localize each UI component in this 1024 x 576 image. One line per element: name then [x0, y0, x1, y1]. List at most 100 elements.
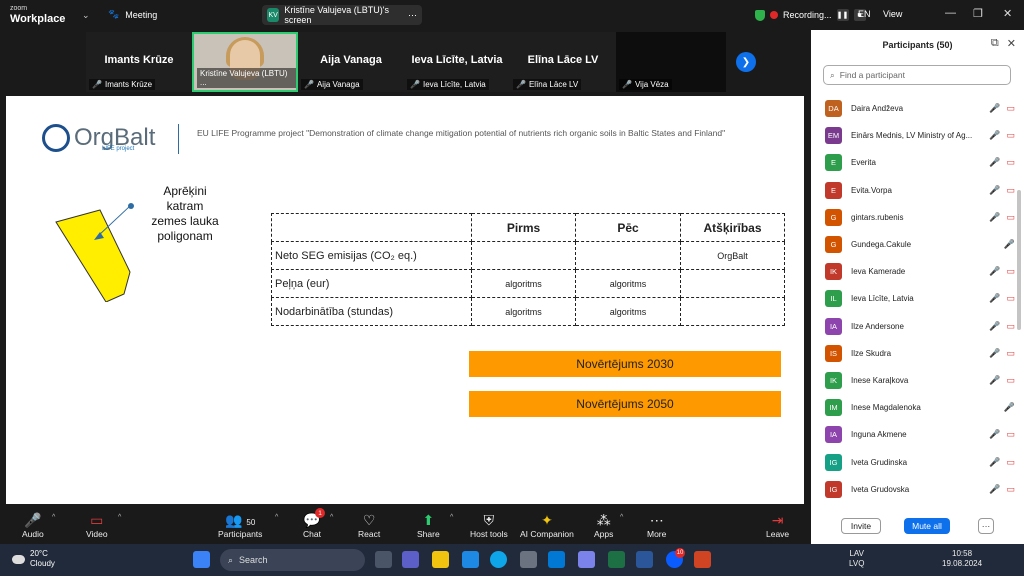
video-button[interactable]: ▭ Video	[86, 511, 108, 539]
video-tile[interactable]: Ieva Līcīte, Latvia 🎤 Ieva Līcīte, Latvia	[404, 32, 510, 92]
share-screen-icon: ⬆	[422, 512, 435, 528]
participant-name: Inguna Akmene	[851, 430, 907, 440]
share-button[interactable]: ⬆ Share	[417, 511, 440, 539]
participant-row[interactable]: IG Iveta Grudinska 🎤 ▭	[811, 448, 1017, 475]
chevron-up-icon[interactable]: ^	[620, 514, 623, 521]
host-tools-button[interactable]: ⛨ Host tools	[470, 511, 508, 539]
participant-row[interactable]: IK Inese Karaļkova 🎤 ▭	[811, 367, 1017, 394]
apps-button[interactable]: ⁂ Apps	[594, 511, 613, 539]
chevron-up-icon[interactable]: ^	[450, 514, 453, 521]
invite-button[interactable]: Invite	[841, 518, 881, 534]
mic-muted-icon: 🎤	[989, 266, 1001, 277]
participant-name: gintars.rubenis	[851, 212, 904, 222]
chevron-up-icon[interactable]: ^	[275, 514, 278, 521]
more-options-button[interactable]: ···	[978, 518, 994, 534]
react-button[interactable]: ♡ React	[358, 511, 380, 539]
popout-icon[interactable]: ⧉	[991, 37, 999, 50]
participant-row[interactable]: IM Inese Magdalenoka 🎤	[811, 394, 1017, 421]
table-cell: algoritms	[471, 297, 576, 326]
participants-button[interactable]: 👥 50 Participants	[218, 511, 262, 539]
video-tile[interactable]: Aija Vanaga 🎤 Aija Vanaga	[298, 32, 404, 92]
table-header-row: Pirms Pēc Atšķirības	[271, 213, 785, 242]
participant-row[interactable]: IA Ilze Andersone 🎤 ▭	[811, 313, 1017, 340]
excel-icon[interactable]	[608, 551, 625, 568]
minimize-icon[interactable]: —	[945, 7, 956, 19]
powerpoint-icon[interactable]	[694, 551, 711, 568]
mic-muted-icon: 🎤	[989, 293, 1001, 304]
ai-companion-button[interactable]: ✦ AI Companion	[520, 511, 574, 539]
panel-scrollbar[interactable]	[1017, 190, 1021, 330]
mic-muted-icon: 🎤	[989, 211, 1001, 222]
onenote-icon[interactable]	[578, 551, 595, 568]
calc-line: poligonam	[157, 229, 213, 243]
participant-row[interactable]: IA Inguna Akmene 🎤 ▭	[811, 421, 1017, 448]
outlook-icon[interactable]	[548, 551, 565, 568]
next-page-button[interactable]: ❯	[736, 52, 756, 72]
more-button[interactable]: ⋯ More	[647, 511, 666, 539]
participant-row[interactable]: G Gundega.Cakule 🎤	[811, 231, 1017, 258]
taskbar-search[interactable]: ⌕ Search	[220, 549, 365, 571]
language-indicator[interactable]: LAV LVQ	[849, 549, 864, 569]
mic-muted-icon: 🎤	[516, 80, 526, 89]
restore-icon[interactable]: ❐	[973, 7, 983, 20]
participant-row[interactable]: IK Ieva Kamerade 🎤 ▭	[811, 258, 1017, 285]
video-off-icon: ▭	[1006, 374, 1015, 385]
pause-recording-button[interactable]: ❚❚	[836, 9, 849, 21]
video-off-icon: ▭	[1006, 320, 1015, 331]
start-icon[interactable]	[193, 551, 210, 568]
temperature: 20°C	[30, 549, 48, 558]
store-icon[interactable]	[520, 551, 537, 568]
participant-row[interactable]: IG Iveta Grudovska 🎤 ▭	[811, 476, 1017, 503]
table-cell	[680, 297, 785, 326]
participant-row[interactable]: EM Einārs Mednis, LV Ministry of Ag... 🎤 ▭	[811, 122, 1017, 149]
participant-row[interactable]: Ggintars.rubenis 🎤 ▭	[811, 204, 1017, 231]
participant-row[interactable]: E Evita.Vorpa 🎤 ▭	[811, 177, 1017, 204]
estimate-2050-box: Novērtējums 2050	[469, 391, 781, 417]
participant-search-input[interactable]: ⌕ Find a participant	[823, 65, 1011, 85]
participant-row[interactable]: E Everita 🎤 ▭	[811, 149, 1017, 176]
video-tile[interactable]: Elīna Lāce LV 🎤 Elīna Lāce LV	[510, 32, 616, 92]
table-header	[271, 213, 472, 242]
video-tile[interactable]: Imants Krūze 🎤 Imants Krūze	[86, 32, 192, 92]
chevron-up-icon[interactable]: ^	[52, 514, 55, 521]
weather-widget[interactable]: 20°C Cloudy	[12, 549, 55, 569]
more-options-icon[interactable]: ⋯	[408, 10, 417, 21]
close-icon[interactable]: ✕	[1003, 7, 1012, 20]
leave-button[interactable]: ⇥ Leave	[766, 511, 789, 539]
video-tile-active[interactable]: Kristīne Valujeva (LBTU) ...	[192, 32, 298, 92]
divider	[178, 124, 179, 154]
avatar: IA	[825, 317, 842, 335]
meeting-menu[interactable]: 🐾 Meeting	[108, 9, 157, 20]
avatar: IS	[825, 344, 842, 362]
avatar: IG	[825, 480, 842, 498]
participant-row[interactable]: IS Ilze Skudra 🎤 ▭	[811, 340, 1017, 367]
screen-share-pill[interactable]: KV Kristīne Valujeva (LBTU)'s screen ⋯	[262, 5, 422, 25]
chevron-up-icon[interactable]: ^	[330, 514, 333, 521]
language-button[interactable]: EN	[858, 9, 871, 19]
task-view-icon[interactable]	[375, 551, 392, 568]
mute-all-button[interactable]: Mute all	[904, 518, 950, 534]
table-cell: Nodarbinātība (stundas)	[271, 297, 472, 326]
video-off-icon: ▭	[1006, 130, 1015, 141]
close-panel-icon[interactable]: ✕	[1007, 37, 1016, 50]
search-icon: ⌕	[830, 69, 835, 80]
audio-button[interactable]: 🎤 Audio	[22, 511, 44, 539]
participant-row[interactable]: IL Ieva Līcīte, Latvia 🎤 ▭	[811, 285, 1017, 312]
tile-label-text: Ieva Līcīte, Latvia	[422, 80, 486, 89]
sharer-avatar: KV	[267, 8, 280, 22]
toolbar-label: Chat	[303, 529, 321, 539]
participant-row[interactable]: DA Daira Andževa 🎤 ▭	[811, 95, 1017, 122]
teams-icon[interactable]	[402, 551, 419, 568]
chevron-down-icon[interactable]: ⌄	[82, 10, 90, 21]
calculation-table: Pirms Pēc Atšķirības Neto SEG emisijas (…	[271, 213, 785, 326]
file-explorer-icon[interactable]	[432, 551, 449, 568]
word-icon[interactable]	[636, 551, 653, 568]
clock[interactable]: 10:58 19.08.2024	[942, 549, 982, 569]
view-button[interactable]: View	[883, 9, 902, 19]
edge-icon[interactable]	[490, 551, 507, 568]
chevron-up-icon[interactable]: ^	[118, 514, 121, 521]
calc-text: Aprēķini katram zemes lauka poligonam	[130, 184, 240, 244]
tile-label-text: Vija Vēza	[634, 80, 669, 89]
app-icon[interactable]	[462, 551, 479, 568]
video-tile[interactable]: 🎤 Vija Vēza	[616, 32, 722, 92]
